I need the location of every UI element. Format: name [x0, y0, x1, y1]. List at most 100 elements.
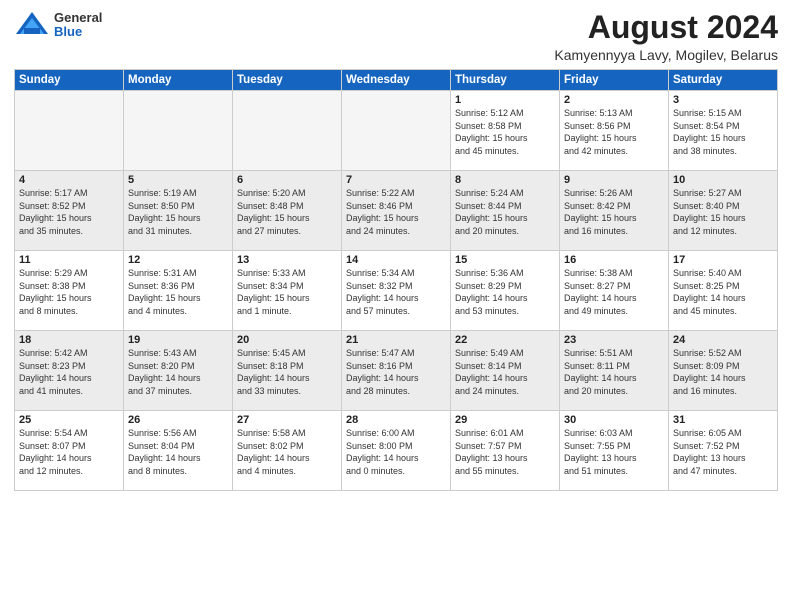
- table-row: 2Sunrise: 5:13 AM Sunset: 8:56 PM Daylig…: [560, 91, 669, 171]
- col-thursday: Thursday: [451, 70, 560, 91]
- day-info: Sunrise: 5:38 AM Sunset: 8:27 PM Dayligh…: [564, 267, 664, 317]
- calendar-week-3: 11Sunrise: 5:29 AM Sunset: 8:38 PM Dayli…: [15, 251, 778, 331]
- day-info: Sunrise: 6:01 AM Sunset: 7:57 PM Dayligh…: [455, 427, 555, 477]
- col-wednesday: Wednesday: [342, 70, 451, 91]
- day-info: Sunrise: 5:26 AM Sunset: 8:42 PM Dayligh…: [564, 187, 664, 237]
- day-info: Sunrise: 5:13 AM Sunset: 8:56 PM Dayligh…: [564, 107, 664, 157]
- day-number: 11: [19, 254, 119, 266]
- day-number: 1: [455, 94, 555, 106]
- day-number: 25: [19, 414, 119, 426]
- calendar-week-5: 25Sunrise: 5:54 AM Sunset: 8:07 PM Dayli…: [15, 411, 778, 491]
- table-row: 7Sunrise: 5:22 AM Sunset: 8:46 PM Daylig…: [342, 171, 451, 251]
- day-info: Sunrise: 6:05 AM Sunset: 7:52 PM Dayligh…: [673, 427, 773, 477]
- table-row: 6Sunrise: 5:20 AM Sunset: 8:48 PM Daylig…: [233, 171, 342, 251]
- day-number: 31: [673, 414, 773, 426]
- day-number: 12: [128, 254, 228, 266]
- day-number: 28: [346, 414, 446, 426]
- col-friday: Friday: [560, 70, 669, 91]
- col-saturday: Saturday: [669, 70, 778, 91]
- table-row: 25Sunrise: 5:54 AM Sunset: 8:07 PM Dayli…: [15, 411, 124, 491]
- day-number: 26: [128, 414, 228, 426]
- main-title: August 2024: [554, 10, 778, 45]
- table-row: 26Sunrise: 5:56 AM Sunset: 8:04 PM Dayli…: [124, 411, 233, 491]
- title-block: August 2024 Kamyennyya Lavy, Mogilev, Be…: [554, 10, 778, 63]
- table-row: 28Sunrise: 6:00 AM Sunset: 8:00 PM Dayli…: [342, 411, 451, 491]
- day-info: Sunrise: 5:54 AM Sunset: 8:07 PM Dayligh…: [19, 427, 119, 477]
- day-info: Sunrise: 5:51 AM Sunset: 8:11 PM Dayligh…: [564, 347, 664, 397]
- table-row: 9Sunrise: 5:26 AM Sunset: 8:42 PM Daylig…: [560, 171, 669, 251]
- day-info: Sunrise: 5:36 AM Sunset: 8:29 PM Dayligh…: [455, 267, 555, 317]
- day-number: 16: [564, 254, 664, 266]
- day-number: 17: [673, 254, 773, 266]
- day-info: Sunrise: 5:22 AM Sunset: 8:46 PM Dayligh…: [346, 187, 446, 237]
- calendar-week-4: 18Sunrise: 5:42 AM Sunset: 8:23 PM Dayli…: [15, 331, 778, 411]
- day-info: Sunrise: 5:47 AM Sunset: 8:16 PM Dayligh…: [346, 347, 446, 397]
- day-number: 2: [564, 94, 664, 106]
- table-row: 29Sunrise: 6:01 AM Sunset: 7:57 PM Dayli…: [451, 411, 560, 491]
- day-number: 22: [455, 334, 555, 346]
- day-info: Sunrise: 5:40 AM Sunset: 8:25 PM Dayligh…: [673, 267, 773, 317]
- day-number: 13: [237, 254, 337, 266]
- day-number: 27: [237, 414, 337, 426]
- col-sunday: Sunday: [15, 70, 124, 91]
- day-number: 23: [564, 334, 664, 346]
- table-row: 21Sunrise: 5:47 AM Sunset: 8:16 PM Dayli…: [342, 331, 451, 411]
- table-row: 16Sunrise: 5:38 AM Sunset: 8:27 PM Dayli…: [560, 251, 669, 331]
- day-number: 18: [19, 334, 119, 346]
- day-number: 10: [673, 174, 773, 186]
- day-info: Sunrise: 5:19 AM Sunset: 8:50 PM Dayligh…: [128, 187, 228, 237]
- logo: General Blue: [14, 10, 102, 40]
- day-number: 21: [346, 334, 446, 346]
- day-info: Sunrise: 5:49 AM Sunset: 8:14 PM Dayligh…: [455, 347, 555, 397]
- day-info: Sunrise: 5:17 AM Sunset: 8:52 PM Dayligh…: [19, 187, 119, 237]
- table-row: 31Sunrise: 6:05 AM Sunset: 7:52 PM Dayli…: [669, 411, 778, 491]
- day-number: 20: [237, 334, 337, 346]
- calendar-week-1: 1Sunrise: 5:12 AM Sunset: 8:58 PM Daylig…: [15, 91, 778, 171]
- day-number: 4: [19, 174, 119, 186]
- table-row: [342, 91, 451, 171]
- header: General Blue August 2024 Kamyennyya Lavy…: [14, 10, 778, 63]
- day-number: 5: [128, 174, 228, 186]
- table-row: 15Sunrise: 5:36 AM Sunset: 8:29 PM Dayli…: [451, 251, 560, 331]
- table-row: 8Sunrise: 5:24 AM Sunset: 8:44 PM Daylig…: [451, 171, 560, 251]
- day-number: 14: [346, 254, 446, 266]
- table-row: 14Sunrise: 5:34 AM Sunset: 8:32 PM Dayli…: [342, 251, 451, 331]
- col-tuesday: Tuesday: [233, 70, 342, 91]
- day-number: 19: [128, 334, 228, 346]
- day-info: Sunrise: 5:42 AM Sunset: 8:23 PM Dayligh…: [19, 347, 119, 397]
- day-info: Sunrise: 5:12 AM Sunset: 8:58 PM Dayligh…: [455, 107, 555, 157]
- day-info: Sunrise: 5:58 AM Sunset: 8:02 PM Dayligh…: [237, 427, 337, 477]
- calendar-header-row: Sunday Monday Tuesday Wednesday Thursday…: [15, 70, 778, 91]
- day-number: 8: [455, 174, 555, 186]
- table-row: 30Sunrise: 6:03 AM Sunset: 7:55 PM Dayli…: [560, 411, 669, 491]
- day-info: Sunrise: 5:20 AM Sunset: 8:48 PM Dayligh…: [237, 187, 337, 237]
- logo-text: General Blue: [54, 11, 102, 40]
- calendar-week-2: 4Sunrise: 5:17 AM Sunset: 8:52 PM Daylig…: [15, 171, 778, 251]
- day-info: Sunrise: 5:27 AM Sunset: 8:40 PM Dayligh…: [673, 187, 773, 237]
- day-info: Sunrise: 5:29 AM Sunset: 8:38 PM Dayligh…: [19, 267, 119, 317]
- day-info: Sunrise: 5:15 AM Sunset: 8:54 PM Dayligh…: [673, 107, 773, 157]
- day-info: Sunrise: 5:56 AM Sunset: 8:04 PM Dayligh…: [128, 427, 228, 477]
- day-number: 3: [673, 94, 773, 106]
- table-row: 18Sunrise: 5:42 AM Sunset: 8:23 PM Dayli…: [15, 331, 124, 411]
- day-info: Sunrise: 6:00 AM Sunset: 8:00 PM Dayligh…: [346, 427, 446, 477]
- subtitle: Kamyennyya Lavy, Mogilev, Belarus: [554, 47, 778, 63]
- day-number: 30: [564, 414, 664, 426]
- table-row: 11Sunrise: 5:29 AM Sunset: 8:38 PM Dayli…: [15, 251, 124, 331]
- day-number: 15: [455, 254, 555, 266]
- table-row: 17Sunrise: 5:40 AM Sunset: 8:25 PM Dayli…: [669, 251, 778, 331]
- logo-blue-text: Blue: [54, 25, 102, 39]
- day-number: 7: [346, 174, 446, 186]
- day-info: Sunrise: 6:03 AM Sunset: 7:55 PM Dayligh…: [564, 427, 664, 477]
- table-row: [124, 91, 233, 171]
- table-row: 19Sunrise: 5:43 AM Sunset: 8:20 PM Dayli…: [124, 331, 233, 411]
- day-info: Sunrise: 5:34 AM Sunset: 8:32 PM Dayligh…: [346, 267, 446, 317]
- table-row: 1Sunrise: 5:12 AM Sunset: 8:58 PM Daylig…: [451, 91, 560, 171]
- table-row: [15, 91, 124, 171]
- day-number: 9: [564, 174, 664, 186]
- table-row: [233, 91, 342, 171]
- day-number: 24: [673, 334, 773, 346]
- calendar-table: Sunday Monday Tuesday Wednesday Thursday…: [14, 69, 778, 491]
- day-number: 29: [455, 414, 555, 426]
- day-info: Sunrise: 5:31 AM Sunset: 8:36 PM Dayligh…: [128, 267, 228, 317]
